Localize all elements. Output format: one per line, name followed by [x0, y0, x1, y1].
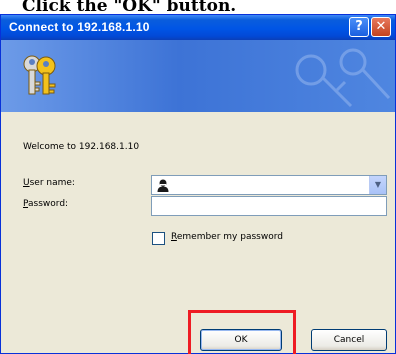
dialog-banner [1, 40, 395, 112]
chevron-down-icon[interactable]: ▼ [369, 176, 386, 194]
help-button[interactable]: ? [349, 17, 369, 37]
username-label: User name: [23, 178, 75, 188]
dialog-title-bar[interactable]: Connect to 192.168.1.10 ? ✕ [1, 15, 395, 40]
banner-decoration [295, 48, 391, 108]
close-button[interactable]: ✕ [371, 17, 391, 37]
remember-password-label[interactable]: Remember my password [171, 232, 283, 242]
keys-icon [23, 55, 56, 95]
password-label: Password: [23, 199, 68, 209]
ok-highlight-box [188, 310, 296, 354]
remember-label-text: emember my password [176, 232, 283, 242]
instruction-caption: Click the "OK" button. [0, 0, 396, 14]
username-combobox[interactable]: ▼ [151, 175, 387, 195]
connect-dialog: Connect to 192.168.1.10 ? ✕ Welcome to 1… [0, 14, 396, 354]
username-accesskey: U [23, 178, 30, 188]
password-label-text: assword: [28, 199, 69, 209]
remember-password-checkbox[interactable] [152, 232, 165, 245]
welcome-message: Welcome to 192.168.1.10 [23, 142, 140, 152]
password-field[interactable] [151, 196, 387, 216]
dialog-title: Connect to 192.168.1.10 [9, 20, 150, 34]
user-icon [157, 179, 169, 192]
username-label-text: ser name: [29, 178, 75, 188]
cancel-button[interactable]: Cancel [311, 329, 387, 351]
